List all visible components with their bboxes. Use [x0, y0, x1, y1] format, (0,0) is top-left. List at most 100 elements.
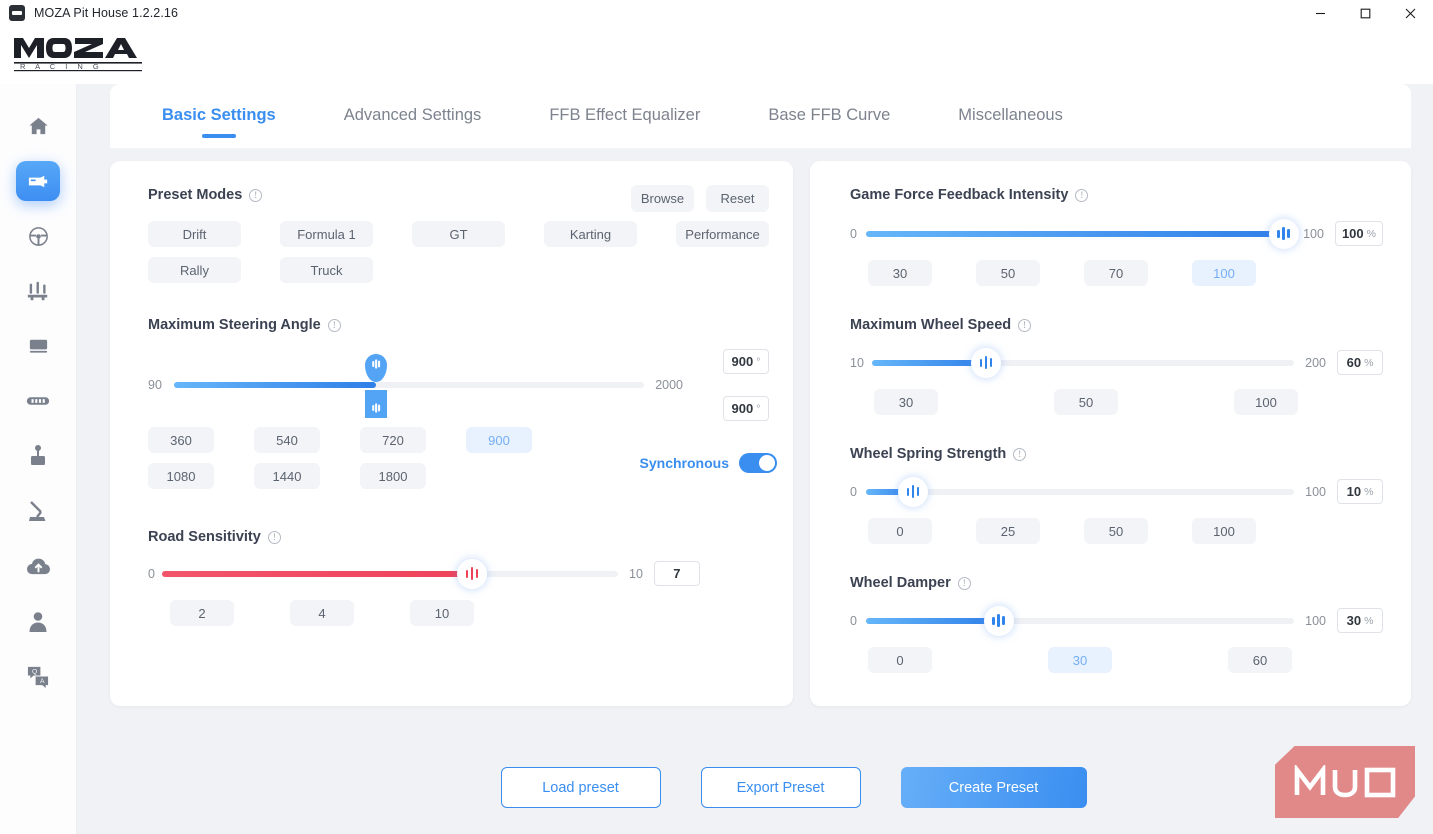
minimize-icon[interactable]	[1298, 0, 1343, 26]
wheel-damper-track[interactable]	[866, 609, 1294, 633]
preset-modes-grid: Drift Formula 1 GT Karting Performance R…	[148, 221, 769, 283]
preset-mode-gt[interactable]: GT	[412, 221, 505, 247]
wheel-damper-preset-60[interactable]: 60	[1228, 647, 1292, 673]
ffb-intensity-preset-30[interactable]: 30	[868, 260, 932, 286]
ffb-intensity-value[interactable]: 100 %	[1335, 221, 1383, 246]
steering-angle-value-upper[interactable]: 900 °	[723, 349, 769, 374]
sidebar-item-support[interactable]: QA	[16, 656, 60, 696]
preset-mode-rally[interactable]: Rally	[148, 257, 241, 283]
wheel-damper-label: Wheel Damper	[850, 575, 951, 591]
wheel-damper-preset-30[interactable]: 30	[1048, 647, 1112, 673]
synchronous-toggle[interactable]	[739, 453, 777, 473]
wheel-speed-label: Maximum Wheel Speed	[850, 317, 1011, 333]
sidebar-item-cloud[interactable]	[16, 546, 60, 586]
preset-mode-formula-1[interactable]: Formula 1	[280, 221, 373, 247]
load-preset-button[interactable]: Load preset	[501, 767, 661, 808]
road-sensitivity-heading: Road Sensitivity !	[148, 529, 769, 545]
steering-preset-720[interactable]: 720	[360, 427, 426, 453]
tab-miscellaneous[interactable]: Miscellaneous	[958, 106, 1063, 127]
info-icon[interactable]: !	[268, 531, 281, 544]
ffb-intensity-track[interactable]	[866, 222, 1292, 246]
road-sensitivity-value[interactable]: 7	[654, 561, 700, 586]
ffb-intensity-preset-100[interactable]: 100	[1192, 260, 1256, 286]
tab-basic-settings[interactable]: Basic Settings	[162, 106, 276, 127]
info-icon[interactable]: !	[1075, 189, 1088, 202]
preset-mode-truck[interactable]: Truck	[280, 257, 373, 283]
steering-angle-track[interactable]	[174, 373, 644, 397]
road-sensitivity-max-label: 10	[629, 567, 643, 581]
steering-preset-360[interactable]: 360	[148, 427, 214, 453]
steering-angle-handle-upper[interactable]	[365, 354, 387, 382]
sidebar-item-shifter[interactable]	[16, 436, 60, 476]
steering-angle-handle-lower[interactable]	[365, 390, 387, 418]
wheel-speed-handle[interactable]	[971, 348, 1001, 378]
export-preset-button[interactable]: Export Preset	[701, 767, 861, 808]
wheel-speed-value[interactable]: 60 %	[1337, 350, 1383, 375]
spring-strength-value[interactable]: 10 %	[1337, 479, 1383, 504]
wheel-damper-preset-0[interactable]: 0	[868, 647, 932, 673]
steering-preset-1080[interactable]: 1080	[148, 463, 214, 489]
value-number: 100	[1342, 226, 1364, 241]
road-sensitivity-track[interactable]	[162, 562, 618, 586]
steering-preset-900[interactable]: 900	[466, 427, 532, 453]
sidebar-item-steering-wheel[interactable]	[16, 216, 60, 256]
sidebar-item-handbrake[interactable]	[16, 381, 60, 421]
sidebar-item-sequential-shifter[interactable]	[16, 491, 60, 531]
wheel-speed-preset-100[interactable]: 100	[1234, 389, 1298, 415]
tab-advanced-settings[interactable]: Advanced Settings	[344, 106, 482, 127]
steering-preset-1440[interactable]: 1440	[254, 463, 320, 489]
spring-strength-min-label: 0	[850, 485, 866, 499]
road-sensitivity-preset-2[interactable]: 2	[170, 600, 234, 626]
wheel-damper-handle[interactable]	[984, 606, 1014, 636]
spring-strength-preset-25[interactable]: 25	[976, 518, 1040, 544]
info-icon[interactable]: !	[1013, 448, 1026, 461]
wheel-damper-value[interactable]: 30 %	[1337, 608, 1383, 633]
tab-ffb-effect-equalizer[interactable]: FFB Effect Equalizer	[549, 106, 700, 127]
close-icon[interactable]	[1388, 0, 1433, 26]
sidebar-item-dashboard[interactable]	[16, 326, 60, 366]
sidebar-item-account[interactable]	[16, 601, 60, 641]
spring-strength-preset-0[interactable]: 0	[868, 518, 932, 544]
ffb-intensity-handle[interactable]	[1269, 219, 1299, 249]
road-sensitivity-preset-10[interactable]: 10	[410, 600, 474, 626]
value-unit: °	[756, 403, 760, 415]
info-icon[interactable]: !	[1018, 319, 1031, 332]
info-icon[interactable]: !	[249, 189, 262, 202]
ffb-intensity-label: Game Force Feedback Intensity	[850, 187, 1068, 203]
ffb-intensity-preset-70[interactable]: 70	[1084, 260, 1148, 286]
preset-mode-karting[interactable]: Karting	[544, 221, 637, 247]
wheel-speed-track[interactable]	[872, 351, 1294, 375]
spring-strength-track[interactable]	[866, 480, 1294, 504]
footer-actions: Load preset Export Preset Create Preset	[154, 767, 1433, 808]
wheel-speed-preset-30[interactable]: 30	[874, 389, 938, 415]
wheel-speed-preset-50[interactable]: 50	[1054, 389, 1118, 415]
road-sensitivity-preset-4[interactable]: 4	[290, 600, 354, 626]
wheel-damper-min-label: 0	[850, 614, 866, 628]
moza-app-icon	[9, 5, 25, 21]
preset-mode-performance[interactable]: Performance	[676, 221, 769, 247]
reset-button[interactable]: Reset	[706, 185, 769, 212]
maximize-icon[interactable]	[1343, 0, 1388, 26]
spring-strength-preset-100[interactable]: 100	[1192, 518, 1256, 544]
spring-strength-preset-50[interactable]: 50	[1084, 518, 1148, 544]
moza-racing-logo: R A C I N G	[12, 36, 144, 77]
ffb-intensity-heading: Game Force Feedback Intensity !	[850, 187, 1383, 203]
value-unit: °	[756, 356, 760, 368]
steering-preset-1800[interactable]: 1800	[360, 463, 426, 489]
ffb-intensity-preset-50[interactable]: 50	[976, 260, 1040, 286]
wheel-damper-heading: Wheel Damper !	[850, 575, 1383, 591]
create-preset-button[interactable]: Create Preset	[901, 767, 1087, 808]
road-sensitivity-handle[interactable]	[457, 559, 487, 589]
ffb-intensity-max-label: 100	[1303, 227, 1324, 241]
tab-base-ffb-curve[interactable]: Base FFB Curve	[768, 106, 890, 127]
browse-button[interactable]: Browse	[631, 185, 694, 212]
info-icon[interactable]: !	[328, 319, 341, 332]
spring-strength-handle[interactable]	[898, 477, 928, 507]
sidebar-item-home[interactable]	[16, 106, 60, 146]
info-icon[interactable]: !	[958, 577, 971, 590]
steering-angle-value-lower[interactable]: 900 °	[723, 396, 769, 421]
sidebar-item-pedals[interactable]	[16, 271, 60, 311]
sidebar-item-wheelbase[interactable]	[16, 161, 60, 201]
steering-preset-540[interactable]: 540	[254, 427, 320, 453]
preset-mode-drift[interactable]: Drift	[148, 221, 241, 247]
